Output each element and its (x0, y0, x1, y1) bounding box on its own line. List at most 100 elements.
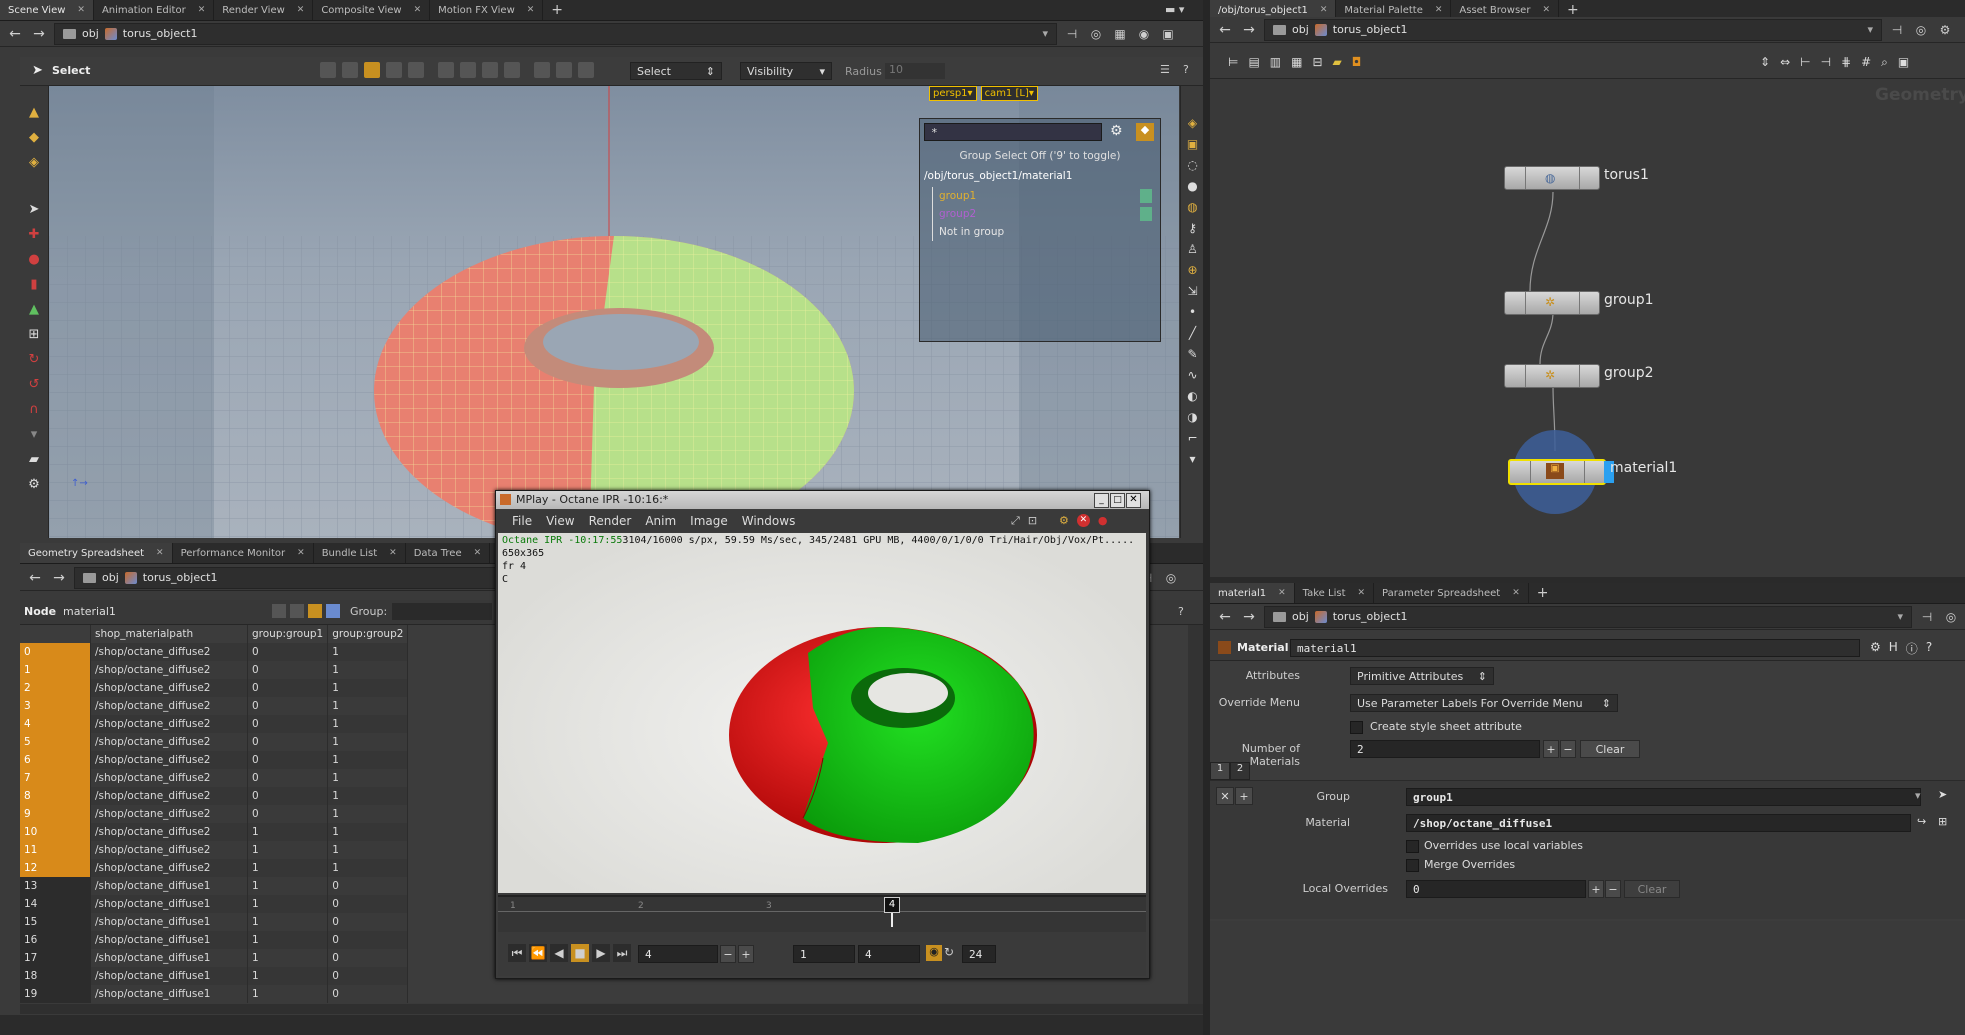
close-tab-icon[interactable]: ✕ (1435, 5, 1443, 15)
pen-icon[interactable]: ✎ (1187, 347, 1197, 361)
close-tab-icon[interactable]: ✕ (1320, 5, 1328, 15)
num-materials-field[interactable]: 2 (1350, 740, 1540, 758)
camera-icon[interactable]: ◉ (1135, 25, 1153, 43)
close-tab-icon[interactable]: ✕ (1542, 5, 1550, 15)
override-menu-dropdown[interactable]: Use Parameter Labels For Override Menu ⇕ (1350, 694, 1618, 712)
light-icon[interactable]: ◍ (1187, 200, 1197, 214)
help-icon[interactable]: ▣ (1898, 55, 1909, 70)
link-icon[interactable]: ◎ (1942, 608, 1960, 626)
point-icon[interactable]: • (1189, 305, 1196, 319)
render-settings-icon[interactable]: ⚙ (1059, 514, 1069, 528)
node-label-torus1[interactable]: torus1 (1604, 167, 1649, 183)
close-tab-icon[interactable]: ✕ (527, 5, 535, 15)
group-color-swatch[interactable] (1140, 207, 1152, 221)
detail-mode-icon[interactable] (326, 604, 340, 618)
forward-arrow-icon[interactable]: → (1240, 608, 1258, 626)
num-materials-increment[interactable]: + (1543, 740, 1559, 758)
grow-select-icon[interactable] (556, 62, 572, 78)
help-icon[interactable]: ? (1178, 605, 1184, 618)
view-tool-icon[interactable]: ● (24, 249, 44, 269)
network-editor[interactable]: Geometry ◍ torus1 ✲ group1 ✲ group2 ▣ ma… (1210, 79, 1965, 577)
table-row[interactable]: 2/shop/octane_diffuse2 0 1 (20, 679, 409, 697)
multiparm-tab-2[interactable]: 2 (1230, 762, 1250, 780)
stamp-icon[interactable]: ▰ (24, 449, 44, 469)
table-row[interactable]: 0/shop/octane_diffuse2 0 1 (20, 643, 409, 661)
table-row[interactable]: 10/shop/octane_diffuse2 1 1 (20, 823, 409, 841)
mplay-render-area[interactable]: Octane IPR -10:17:553104/16000 s/px, 59.… (498, 533, 1146, 893)
maximize-button[interactable]: □ (1110, 493, 1125, 508)
table-row[interactable]: 14/shop/octane_diffuse1 1 0 (20, 895, 409, 913)
chevron-down-icon[interactable]: ▾ (24, 424, 44, 444)
play-reverse-icon[interactable]: ◀ (550, 944, 568, 962)
cam1-menu[interactable]: cam1 [L]▾ (980, 86, 1038, 101)
frame-decrement-button[interactable]: − (720, 945, 736, 963)
magic-select-icon[interactable] (578, 62, 594, 78)
table-row[interactable]: 16/shop/octane_diffuse1 1 0 (20, 931, 409, 949)
distribute-icon[interactable]: ⊣ (1821, 55, 1831, 70)
primitives-select-icon[interactable] (364, 62, 380, 78)
bottom-hscroll[interactable] (20, 1004, 1203, 1014)
arrange-icon[interactable]: ⋕ (1841, 55, 1851, 70)
lasso-icon[interactable]: ↻ (24, 349, 44, 369)
group-field[interactable]: group1 (1406, 788, 1921, 806)
node-group1[interactable]: ✲ (1504, 291, 1600, 315)
primitives-mode-icon[interactable] (308, 604, 322, 618)
close-tab-icon[interactable]: ✕ (297, 5, 305, 15)
crop-icon[interactable]: ⊞ (24, 324, 44, 344)
scene-tab-1[interactable]: Animation Editor ✕ (94, 0, 215, 20)
tree-view-icon[interactable]: ⊨ (1228, 55, 1238, 69)
gear-icon[interactable]: ⚙ (1870, 640, 1881, 657)
param-tab-1[interactable]: Take List ✕ (1295, 583, 1375, 603)
search-icon[interactable]: ⌕ (1881, 55, 1888, 70)
node-label-group2[interactable]: group2 (1604, 365, 1654, 381)
column-header[interactable]: group:group2 (327, 625, 409, 643)
multiparm-tab-1[interactable]: 1 (1210, 762, 1230, 780)
help-icon[interactable]: ? (1183, 63, 1189, 76)
select-arrow-icon[interactable]: ➤ (1938, 788, 1947, 801)
scene-tab-0[interactable]: Scene View ✕ (0, 0, 94, 20)
column-header[interactable]: group:group1 (247, 625, 329, 643)
edges-select-icon[interactable] (342, 62, 358, 78)
operator-chooser-icon[interactable]: ⊞ (1938, 815, 1947, 828)
sphere-select-icon[interactable] (408, 62, 424, 78)
camera-small-icon[interactable]: ◐ (1187, 389, 1197, 403)
edge-icon[interactable]: ╱ (1189, 326, 1196, 340)
add-tab-icon[interactable]: + (543, 0, 571, 20)
gear-icon[interactable]: ⚙ (1110, 123, 1123, 139)
frame-input[interactable]: 4 (638, 945, 718, 963)
back-arrow-icon[interactable]: ← (26, 569, 44, 587)
current-frame-marker[interactable]: 4 (884, 897, 900, 913)
visibility-dropdown[interactable]: Visibility ▾ (740, 62, 832, 80)
attributes-dropdown[interactable]: Primitive Attributes ⇕ (1350, 667, 1494, 685)
table-row[interactable]: 11/shop/octane_diffuse2 1 1 (20, 841, 409, 859)
chevron-down-icon[interactable]: ▾ (1042, 27, 1048, 40)
clear-button[interactable]: Clear (1580, 740, 1640, 758)
forward-arrow-icon[interactable]: → (30, 25, 48, 43)
go-start-icon[interactable]: ⏮ (508, 944, 526, 962)
table-row[interactable]: 15/shop/octane_diffuse1 1 0 (20, 913, 409, 931)
ghost-icon[interactable]: ◌ (1187, 158, 1197, 172)
connect-select-icon[interactable] (534, 62, 550, 78)
spreadsheet-tab-0[interactable]: Geometry Spreadsheet ✕ (20, 543, 173, 563)
table-row[interactable]: 4/shop/octane_diffuse2 0 1 (20, 715, 409, 733)
spreadsheet-scrollbar[interactable] (1188, 625, 1203, 1005)
fit-icon[interactable]: ⤢ (1011, 514, 1020, 528)
pin-icon[interactable]: ⊣ (1063, 25, 1081, 43)
close-tab-icon[interactable]: ✕ (198, 5, 206, 15)
stop-icon[interactable]: ■ (571, 944, 589, 962)
mplay-menu-view[interactable]: View (546, 514, 574, 528)
close-tab-icon[interactable]: ✕ (1512, 588, 1520, 598)
chevron-down-icon[interactable]: ▾ (1189, 452, 1195, 466)
group-mode-icon[interactable]: ◆ (1136, 123, 1154, 141)
snapshot-icon[interactable]: ⊡ (1028, 514, 1037, 528)
mplay-menu-file[interactable]: File (512, 514, 532, 528)
points-mode-icon[interactable] (272, 604, 286, 618)
stop-render-icon[interactable]: ✕ (1076, 514, 1090, 527)
align-icon[interactable]: ⇲ (1187, 284, 1197, 298)
node-label-material1[interactable]: material1 (1610, 460, 1677, 476)
close-tab-icon[interactable]: ✕ (156, 548, 164, 558)
mplay-menu-anim[interactable]: Anim (645, 514, 676, 528)
sphere-icon[interactable]: ● (1187, 179, 1197, 193)
play-icon[interactable]: ▶ (592, 944, 610, 962)
key-icon[interactable]: ⚷ (1188, 221, 1197, 235)
